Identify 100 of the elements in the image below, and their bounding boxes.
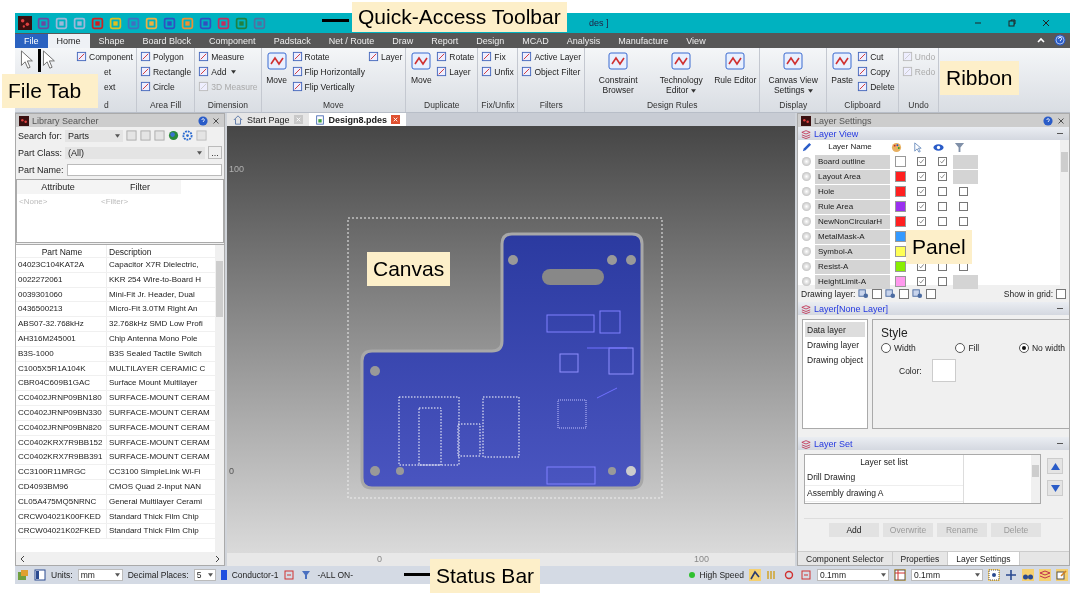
ribbon-large-button[interactable]: Constraint Browser	[588, 50, 649, 95]
layers-icon[interactable]	[1039, 569, 1051, 581]
layer-radio-button[interactable]	[802, 277, 811, 286]
table-cell[interactable]: 04023C104KAT2A	[16, 258, 107, 272]
via-icon[interactable]	[783, 569, 795, 581]
active-layer[interactable]: Conductor-1	[231, 570, 279, 580]
help-icon[interactable]	[1043, 115, 1053, 126]
pointer-icon[interactable]	[40, 50, 56, 70]
list-item[interactable]: Data layer	[805, 322, 865, 337]
document-tab[interactable]: Start Page	[227, 113, 309, 126]
ribbon-button[interactable]: Circle	[139, 80, 192, 93]
ribbon-tab[interactable]: Design	[467, 34, 514, 48]
ribbon-large-button[interactable]: Canvas View Settings	[763, 50, 824, 95]
ribbon-button[interactable]: Copy	[857, 65, 895, 78]
layer-radio-button[interactable]	[802, 247, 811, 256]
table-cell[interactable]: 32.768kHz SMD Low Profi	[107, 317, 203, 331]
ribbon-button[interactable]: Polygon	[139, 50, 192, 63]
panel-tab[interactable]: Component Selector	[798, 552, 893, 565]
radio-button[interactable]: Width	[881, 343, 916, 353]
table-cell[interactable]: B3S Sealed Tactile Switch	[107, 346, 202, 361]
ribbon-button[interactable]: Flip Vertically	[291, 80, 365, 93]
ribbon-tab[interactable]: Padstack	[264, 34, 320, 48]
browse-button[interactable]: ...	[208, 146, 222, 159]
document-tab[interactable]: Design8.pdes	[308, 113, 407, 126]
ribbon-button[interactable]: Rotate	[436, 50, 475, 63]
layer-color-swatch[interactable]	[895, 246, 906, 257]
layer-name[interactable]: Layout Area	[815, 169, 890, 184]
binoculars-icon[interactable]	[1022, 569, 1034, 581]
part-name-field[interactable]	[66, 163, 222, 176]
checkbox[interactable]	[917, 157, 926, 166]
ribbon-button[interactable]: Layer	[368, 50, 403, 63]
close-icon[interactable]	[211, 115, 221, 126]
layer-name[interactable]: Hole	[815, 184, 890, 199]
table-cell[interactable]: KKR 254 Wire-to-Board H	[107, 272, 202, 287]
table-cell[interactable]: MULTILAYER CERAMIC C	[107, 361, 206, 376]
scrollbar[interactable]	[1031, 455, 1040, 503]
table-cell[interactable]: CMOS Quad 2-Input NAN	[107, 479, 202, 494]
checkbox[interactable]	[917, 277, 926, 286]
ribbon-tab[interactable]: MCAD	[513, 34, 558, 48]
ribbon-tab[interactable]: Component	[200, 34, 265, 48]
checkbox[interactable]	[899, 288, 910, 299]
close-icon[interactable]	[391, 115, 401, 124]
table-cell[interactable]: CC0402JRNP09BN820	[16, 420, 107, 435]
layer-radio-button[interactable]	[802, 172, 811, 181]
table-cell[interactable]: CC0402JRNP09BN330	[16, 405, 107, 420]
globe-icon[interactable]	[168, 130, 180, 141]
layer-radio-button[interactable]	[802, 232, 811, 241]
radio-button[interactable]: Fill	[955, 343, 980, 353]
ribbon-button[interactable]: Measure	[198, 50, 258, 63]
checkbox[interactable]	[917, 217, 926, 226]
ribbon-tab[interactable]: Analysis	[557, 34, 610, 48]
move-up-button[interactable]	[1047, 458, 1063, 474]
ribbon-button[interactable]: ext	[104, 80, 133, 93]
filter-icon[interactable]	[300, 569, 313, 581]
ribbon-button[interactable]: Component	[76, 50, 133, 63]
checkbox[interactable]	[917, 187, 926, 196]
list-item[interactable]: Assembly drawing A	[805, 486, 963, 502]
table-cell[interactable]: Surface Mount Multilayer	[107, 376, 198, 391]
checkbox[interactable]	[938, 202, 947, 211]
table-cell[interactable]: 0436500213	[16, 302, 107, 317]
scrollbar[interactable]	[215, 245, 224, 552]
section-header[interactable]: Layer View	[798, 127, 1069, 140]
layer-color-swatch[interactable]	[895, 201, 906, 212]
radio-button[interactable]: No width	[1018, 343, 1065, 353]
units-dropdown[interactable]: mm	[77, 569, 123, 581]
collapse-icon[interactable]	[1036, 35, 1046, 45]
panel-icon[interactable]	[34, 569, 46, 581]
checkbox[interactable]	[938, 277, 947, 286]
ribbon-large-button[interactable]: Move	[409, 50, 434, 85]
ribbon-button[interactable]: Rectangle	[139, 65, 192, 78]
table-cell[interactable]: Standard Thick Film Chip	[107, 524, 199, 539]
ribbon-tab[interactable]: Manufacture	[609, 34, 678, 48]
ribbon-button[interactable]: Object Filter	[521, 65, 582, 78]
checkbox[interactable]	[938, 157, 947, 166]
layer-radio-button[interactable]	[802, 202, 811, 211]
ribbon-button[interactable]: Delete	[857, 80, 895, 93]
table-cell[interactable]: AH316M245001	[16, 332, 107, 346]
table-cell[interactable]: General Multilayer Cerami	[107, 494, 202, 509]
route-mode[interactable]: High Speed	[699, 570, 744, 580]
checkbox[interactable]	[926, 288, 937, 299]
table-cell[interactable]: 0039301060	[16, 287, 107, 302]
layers-icon[interactable]	[17, 569, 29, 581]
panel-tab[interactable]: Layer Settings	[948, 552, 1020, 565]
table-cell[interactable]: Chip Antenna Mono Pole	[107, 332, 198, 346]
layer-name[interactable]: Rule Area	[815, 199, 890, 214]
ribbon-button[interactable]: Fix	[481, 50, 514, 63]
table-cell[interactable]: ABS07-32.768kHz	[16, 317, 107, 331]
table-cell[interactable]: 0022272061	[16, 272, 107, 287]
grid-dropdown[interactable]: 0.1mm	[911, 569, 983, 581]
table-cell[interactable]: CC3100R11MRGC	[16, 465, 107, 479]
list-item[interactable]: Drawing layer	[805, 337, 865, 352]
layer-radio-button[interactable]	[802, 157, 811, 166]
checkbox[interactable]	[1056, 288, 1066, 299]
checkbox[interactable]	[959, 187, 968, 196]
layer-color-swatch[interactable]	[895, 156, 906, 167]
ribbon-tab[interactable]: Draw	[383, 34, 423, 48]
ribbon-button[interactable]: Layer	[436, 65, 475, 78]
settings-icon[interactable]	[182, 130, 194, 141]
layer-name[interactable]: MetalMask-A	[815, 229, 890, 244]
pcb-board-drawing[interactable]	[360, 232, 644, 490]
